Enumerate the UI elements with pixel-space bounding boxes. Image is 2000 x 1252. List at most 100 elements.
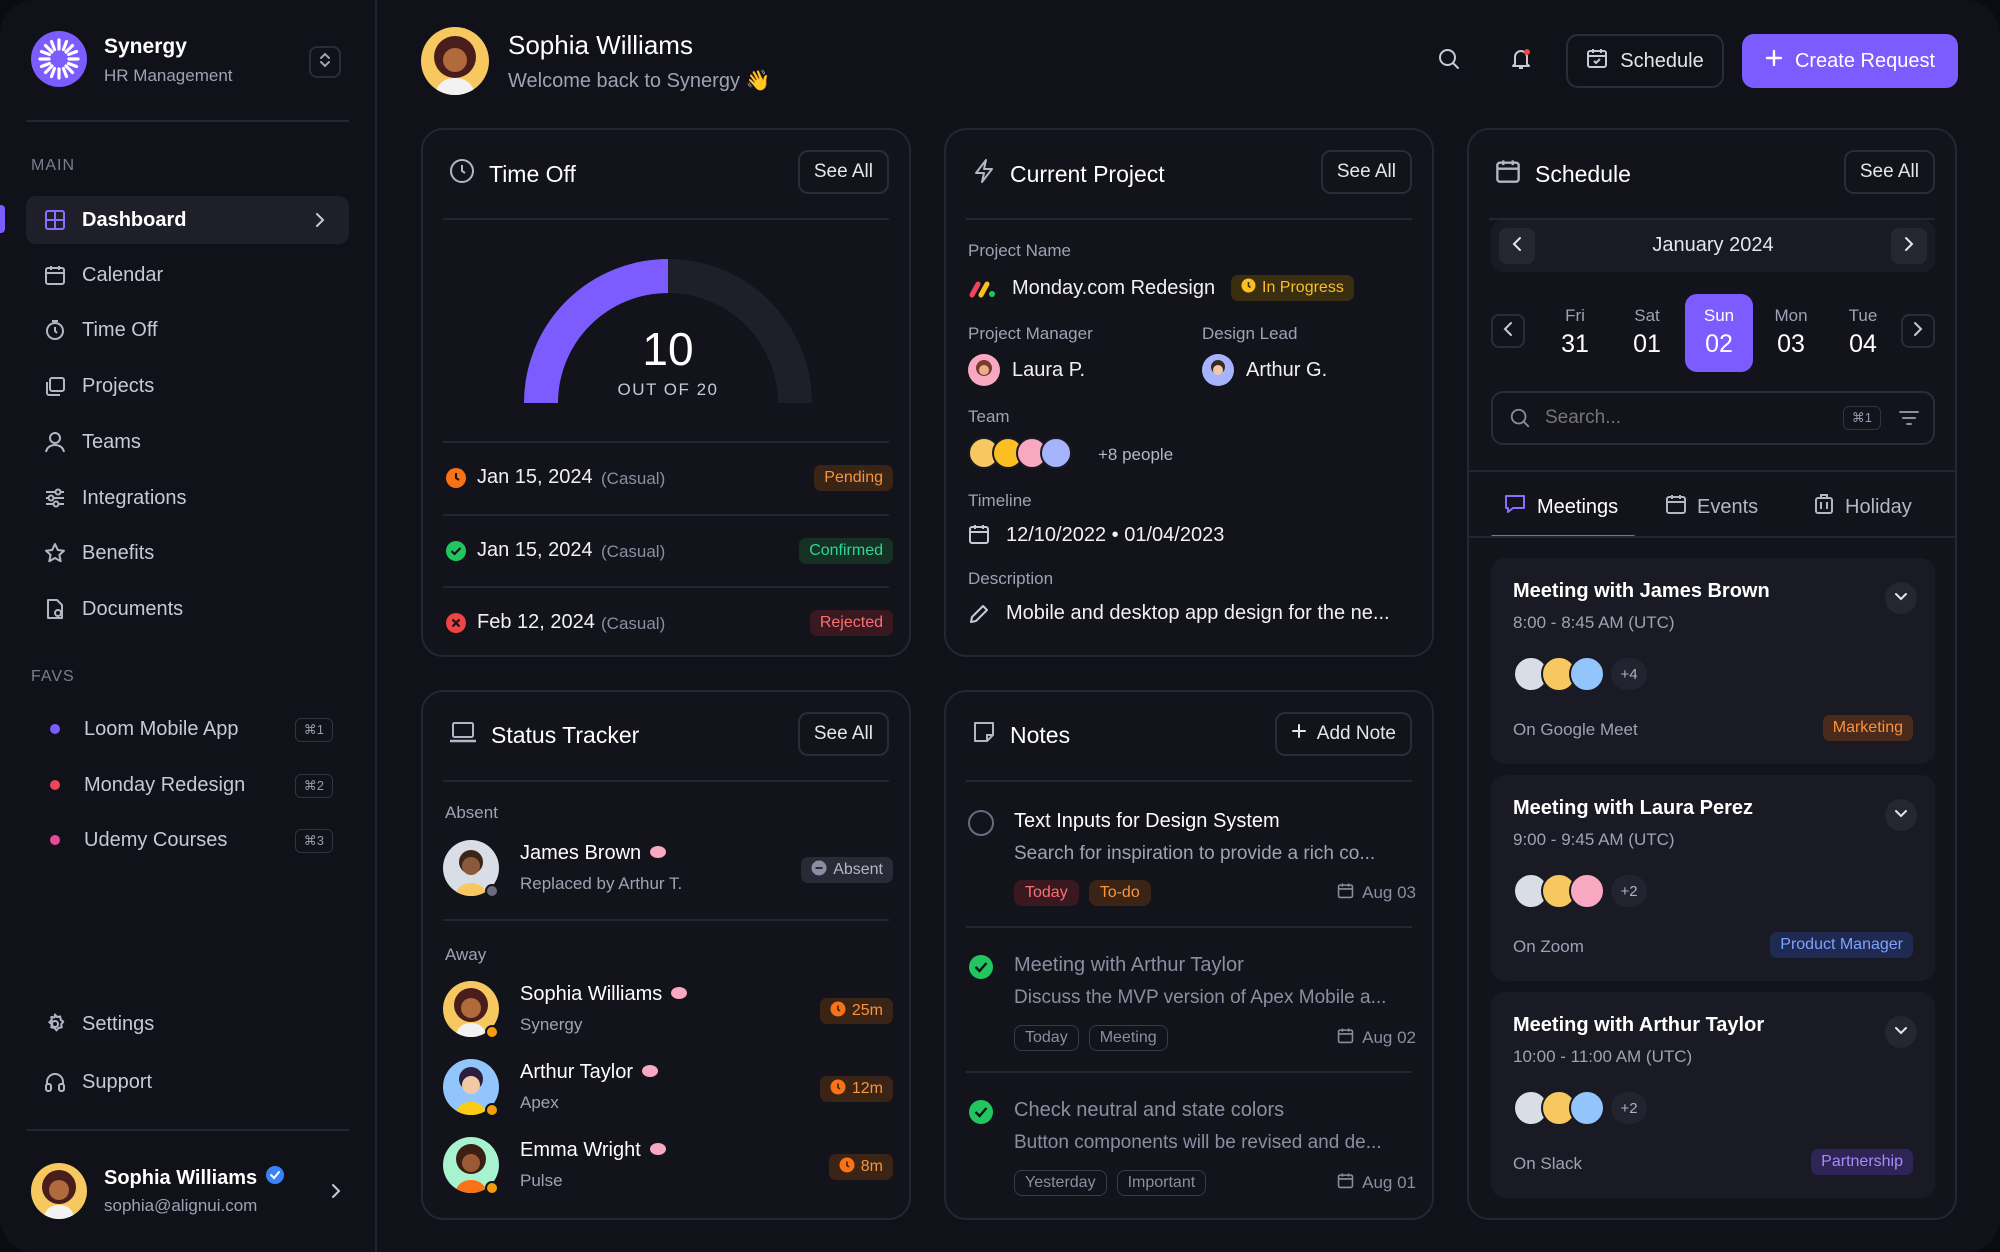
see-all-button[interactable]: See All: [797, 712, 889, 756]
next-month-button[interactable]: [1891, 228, 1927, 264]
day-cell-selected[interactable]: Sun 02: [1685, 294, 1753, 372]
meeting-tag: Partnership: [1811, 1149, 1913, 1175]
calendar-check-icon: [1586, 47, 1608, 75]
meeting-time: 9:00 - 9:45 AM (UTC): [1513, 830, 1675, 849]
attendee-avatar-stack: +2: [1513, 1090, 1647, 1126]
sidebar-item-projects[interactable]: Projects: [26, 362, 349, 410]
note-checkbox[interactable]: [968, 810, 994, 836]
chevron-right-icon: [1913, 321, 1923, 342]
see-all-button[interactable]: See All: [797, 150, 889, 194]
sidebar-item-label: Calendar: [82, 263, 164, 286]
tab-holiday[interactable]: Holiday: [1813, 476, 1912, 538]
team-avatar-stack[interactable]: [968, 437, 1072, 469]
time-off-row[interactable]: Jan 15, 2024 (Casual) Confirmed: [423, 516, 913, 586]
search-input[interactable]: [1545, 405, 1815, 431]
expand-button[interactable]: [1885, 799, 1917, 831]
favs-section-label: FAVS: [31, 668, 75, 685]
see-all-button[interactable]: See All: [1843, 150, 1935, 194]
sidebar-item-label: Projects: [82, 374, 155, 397]
note-icon: [972, 720, 996, 750]
away-status-dot: [485, 1181, 499, 1195]
chevron-down-icon: [1894, 806, 1908, 824]
check-circle-icon[interactable]: [968, 954, 994, 985]
add-note-label: Add Note: [1316, 723, 1396, 744]
project-description: Mobile and desktop app design for the ne…: [1006, 602, 1390, 624]
meeting-location: On Slack: [1513, 1154, 1582, 1173]
absent-badge: Absent: [801, 857, 893, 883]
sidebar-item-calendar[interactable]: Calendar: [26, 251, 349, 299]
note-item[interactable]: Text Inputs for Design System Search for…: [946, 782, 1436, 925]
project-status-badge: In Progress: [1231, 275, 1354, 301]
sidebar-item-label: Benefits: [82, 541, 155, 564]
expand-button[interactable]: [1885, 1016, 1917, 1048]
sidebar-item-documents[interactable]: Documents: [26, 585, 349, 633]
meeting-card[interactable]: Meeting with James Brown 8:00 - 8:45 AM …: [1491, 558, 1935, 764]
user-profile-card[interactable]: Sophia Williams sophia@alignui.com: [31, 1161, 349, 1221]
check-circle-icon[interactable]: [968, 1099, 994, 1130]
project-manager-name: Laura P.: [1012, 359, 1086, 381]
sidebar-item-label: Support: [82, 1070, 153, 1093]
schedule-title: Schedule: [1535, 160, 1631, 187]
schedule-search[interactable]: ⌘1: [1491, 391, 1935, 445]
time-off-row[interactable]: Jan 15, 2024 (Casual) Pending: [423, 442, 913, 514]
create-request-button[interactable]: Create Request: [1742, 34, 1958, 88]
away-person-row[interactable]: Arthur Taylor Apex 12m: [423, 1056, 913, 1122]
next-days-button[interactable]: [1901, 314, 1935, 348]
search-icon: [1509, 407, 1531, 434]
fav-item-loom[interactable]: Loom Mobile App ⌘1: [26, 705, 349, 753]
schedule-button[interactable]: Schedule: [1566, 34, 1724, 88]
person-name-row: Emma Wright: [520, 1139, 667, 1162]
tab-meetings[interactable]: Meetings: [1503, 476, 1618, 538]
away-time: 25m: [851, 1002, 883, 1019]
day-cell[interactable]: Sat 01: [1613, 294, 1681, 372]
meeting-card[interactable]: Meeting with Arthur Taylor 10:00 - 11:00…: [1491, 992, 1935, 1198]
check-circle-icon: [445, 540, 467, 567]
away-person-row[interactable]: Emma Wright Pulse 8m: [423, 1134, 913, 1200]
add-note-button[interactable]: Add Note: [1274, 712, 1412, 756]
note-tags: Today To-do: [1014, 880, 1151, 906]
card-title: Time Off: [449, 158, 576, 190]
day-cell[interactable]: Mon 03: [1757, 294, 1825, 372]
sidebar-item-dashboard[interactable]: Dashboard: [26, 196, 349, 244]
user-name-row: Sophia Williams: [104, 1165, 285, 1191]
meeting-card[interactable]: Meeting with Laura Perez 9:00 - 9:45 AM …: [1491, 775, 1935, 981]
tab-events[interactable]: Events: [1665, 476, 1758, 538]
sidebar-item-benefits[interactable]: Benefits: [26, 529, 349, 577]
chat-icon: [1503, 492, 1527, 522]
sidebar-item-settings[interactable]: Settings: [26, 1000, 349, 1048]
note-item[interactable]: Check neutral and state colors Button co…: [946, 1073, 1436, 1216]
sidebar-item-teams[interactable]: Teams: [26, 418, 349, 466]
note-tag: Important: [1116, 1170, 1207, 1196]
sidebar-item-support[interactable]: Support: [26, 1058, 349, 1106]
person-name-row: Sophia Williams: [520, 983, 688, 1006]
prev-days-button[interactable]: [1491, 314, 1525, 348]
filter-icon[interactable]: [1899, 409, 1919, 432]
shortcut-badge: ⌘2: [294, 774, 333, 798]
pending-clock-icon: [445, 467, 467, 494]
search-button[interactable]: [1428, 40, 1470, 82]
plus-icon: [1765, 49, 1783, 73]
see-all-button[interactable]: See All: [1320, 150, 1412, 194]
time-off-row[interactable]: Feb 12, 2024 (Casual) Rejected: [423, 588, 913, 658]
away-person-row[interactable]: Sophia Williams Synergy 25m: [423, 978, 913, 1044]
workspace-switcher-button[interactable]: [309, 46, 341, 78]
brand-name: Synergy: [104, 35, 187, 58]
timer-icon: [44, 319, 66, 341]
project-timeline: 12/10/2022 • 01/04/2023: [1006, 524, 1225, 546]
notifications-button[interactable]: [1500, 40, 1542, 82]
time-off-date: Feb 12, 2024: [477, 611, 595, 633]
sidebar-item-integrations[interactable]: Integrations: [26, 474, 349, 522]
brain-icon: [649, 842, 667, 865]
day-cell[interactable]: Tue 04: [1829, 294, 1897, 372]
sidebar: Synergy HR Management MAIN Dashboard Cal…: [0, 0, 377, 1252]
fav-item-udemy[interactable]: Udemy Courses ⌘3: [26, 816, 349, 864]
expand-button[interactable]: [1885, 582, 1917, 614]
brand[interactable]: Synergy HR Management: [31, 31, 349, 91]
avatar: [1040, 437, 1072, 469]
sidebar-item-time-off[interactable]: Time Off: [26, 306, 349, 354]
fav-item-monday[interactable]: Monday Redesign ⌘2: [26, 761, 349, 809]
absent-person-row[interactable]: James Brown Replaced by Arthur T. Absent: [423, 837, 913, 903]
day-cell[interactable]: Fri 31: [1541, 294, 1609, 372]
time-off-value: 10: [642, 323, 694, 375]
note-item[interactable]: Meeting with Arthur Taylor Discuss the M…: [946, 928, 1436, 1071]
